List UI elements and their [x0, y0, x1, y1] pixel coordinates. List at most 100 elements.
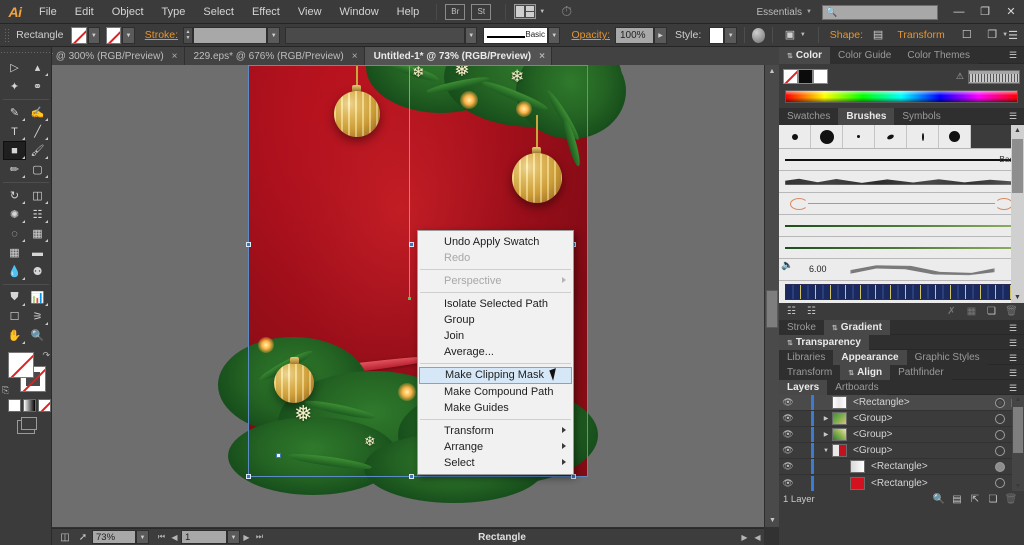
make-sublayer-icon[interactable]: ▤	[948, 494, 966, 505]
selection-handle-bottom-left[interactable]	[246, 474, 251, 479]
panel-collapse-icon[interactable]: ⇅	[832, 325, 838, 332]
control-bar-grip[interactable]	[4, 28, 11, 42]
search-input[interactable]: 🔍	[822, 4, 938, 20]
tab-transparency[interactable]: ⇅ Transparency	[779, 335, 869, 350]
visibility-eye-icon[interactable]: 👁	[779, 413, 797, 424]
visibility-eye-icon[interactable]: 👁	[779, 461, 797, 472]
table-row[interactable]: 👁 <Rectangle>	[779, 475, 1024, 491]
symbol-sprayer-tool[interactable]: ⛊	[3, 288, 26, 307]
table-row[interactable]: 👁 <Rectangle>	[779, 395, 1024, 411]
arrange-chevron-down-icon[interactable]: ▼	[539, 9, 545, 15]
status-menu-icon[interactable]: ▶	[738, 533, 751, 542]
context-menu-item-average[interactable]: Average...	[418, 344, 573, 360]
brushes-panel-menu-icon[interactable]: ☰	[1009, 111, 1021, 121]
menu-select[interactable]: Select	[194, 0, 243, 24]
line-segment-tool[interactable]: ╱	[26, 122, 49, 141]
tab-color-themes[interactable]: Color Themes	[899, 47, 978, 64]
layer-name[interactable]: <Rectangle>	[853, 397, 995, 408]
tab-artboards[interactable]: Artboards	[827, 380, 887, 395]
canvas-vertical-scrollbar[interactable]: ▲ ▼	[764, 65, 779, 527]
fill-chevron-down-icon[interactable]: ▼	[87, 26, 101, 44]
brush-item-4[interactable]	[875, 125, 907, 148]
target-indicator[interactable]	[995, 445, 1005, 456]
perspective-grid-tool[interactable]: ▦	[26, 224, 49, 243]
context-menu-item-transform[interactable]: Transform	[418, 423, 573, 439]
brush-item-6[interactable]	[939, 125, 971, 148]
zoom-tool[interactable]: 🔍	[26, 326, 49, 345]
context-menu-item-isolate-selected-path[interactable]: Isolate Selected Path	[418, 296, 573, 312]
pencil-tool[interactable]: ✏	[3, 160, 26, 179]
target-indicator[interactable]	[995, 413, 1005, 424]
disclosure-triangle-icon[interactable]: ▼	[820, 448, 832, 454]
shape-options-icon[interactable]: ▤	[871, 27, 885, 44]
tab-libraries[interactable]: Libraries	[779, 350, 834, 365]
context-menu[interactable]: Undo Apply Swatch Redo Perspective Isola…	[417, 230, 574, 475]
first-artboard-icon[interactable]: ⏮	[155, 532, 168, 542]
bridge-icon[interactable]: Br	[445, 3, 466, 20]
menu-effect[interactable]: Effect	[243, 0, 289, 24]
color-panel-fill-swatch[interactable]	[783, 69, 798, 84]
toolbox-fill-swatch[interactable]	[8, 352, 34, 378]
table-row[interactable]: 👁 ▶ <Group>	[779, 411, 1024, 427]
layer-name[interactable]: <Group>	[853, 413, 995, 424]
color-panel-black-swatch[interactable]	[798, 69, 813, 84]
tab-pathfinder[interactable]: Pathfinder	[890, 365, 952, 380]
color-panel-menu-icon[interactable]: ☰	[1009, 50, 1021, 60]
last-artboard-icon[interactable]: ⏭	[253, 532, 266, 542]
share-on-behance-icon[interactable]: ➚	[74, 532, 92, 543]
fill-swatch[interactable]	[71, 26, 87, 44]
lasso-tool[interactable]: ⚭	[26, 77, 49, 96]
artboard-tool[interactable]: ☐	[3, 307, 26, 326]
shape-builder-tool[interactable]: ◌	[3, 224, 26, 243]
selection-handle-center[interactable]	[409, 242, 414, 247]
menu-view[interactable]: View	[289, 0, 331, 24]
visibility-eye-icon[interactable]: 👁	[779, 397, 797, 408]
context-menu-item-make-guides[interactable]: Make Guides	[418, 400, 573, 416]
disclosure-triangle-icon[interactable]: ▶	[820, 415, 832, 422]
shape-label[interactable]: Shape:	[830, 29, 863, 41]
brush-item-2[interactable]	[811, 125, 843, 148]
context-menu-item-arrange[interactable]: Arrange	[418, 439, 573, 455]
color-spectrum-bar[interactable]	[785, 90, 1018, 103]
stroke-weight-stepper[interactable]: ▲ ▼	[183, 26, 193, 44]
menu-edit[interactable]: Edit	[66, 0, 103, 24]
tab-appearance[interactable]: Appearance	[833, 350, 907, 365]
visibility-eye-icon[interactable]: 👁	[779, 445, 797, 456]
appearance-panel-menu-icon[interactable]: ☰	[1009, 353, 1021, 363]
opacity-chevron-down-icon[interactable]: ▶	[654, 26, 667, 44]
align-panel-menu-icon[interactable]: ☰	[1009, 368, 1021, 378]
color-panel-white-swatch[interactable]	[813, 69, 828, 84]
tab-gradient[interactable]: ⇅ Gradient	[823, 320, 890, 335]
close-button[interactable]: ✕	[998, 2, 1024, 22]
layers-panel-menu-icon[interactable]: ☰	[1009, 383, 1021, 393]
none-fill-button[interactable]	[38, 399, 51, 412]
isolate-chevron-down-icon[interactable]: ▼	[800, 32, 806, 38]
arrange-documents-icon[interactable]	[514, 4, 537, 19]
sync-settings-icon[interactable]: ⏱	[561, 3, 572, 20]
swap-fill-stroke-icon[interactable]: ↷	[42, 350, 50, 361]
stroke-weight-field[interactable]	[192, 26, 268, 44]
hand-tool[interactable]: ✋	[3, 326, 26, 345]
tab-align[interactable]: ⇅ Align	[840, 365, 891, 380]
stock-icon[interactable]: St	[471, 3, 492, 20]
create-new-layer-icon[interactable]: ❏	[984, 494, 1002, 505]
options-of-selected-object-icon[interactable]: ▦	[963, 306, 980, 317]
eyedropper-tool[interactable]: 💧	[3, 262, 26, 281]
brush-item-green-1[interactable]	[779, 215, 1024, 237]
artboard-chevron-down-icon[interactable]: ▼	[227, 530, 240, 544]
libraries-panel-icon[interactable]: ☷	[803, 306, 820, 317]
previous-artboard-icon[interactable]: ◀	[168, 533, 181, 542]
tab-brushes[interactable]: Brushes	[838, 108, 895, 125]
menu-object[interactable]: Object	[103, 0, 153, 24]
brushes-list[interactable]: Basic 🔈 6.00 ▲ ▼	[779, 125, 1024, 303]
stroke-label[interactable]: Stroke:	[145, 29, 178, 41]
table-row[interactable]: 👁 <Rectangle>	[779, 459, 1024, 475]
restore-button[interactable]: ❐	[972, 2, 998, 22]
scroll-up-icon[interactable]: ▲	[1011, 125, 1024, 134]
menu-file[interactable]: File	[30, 0, 66, 24]
close-icon[interactable]: ×	[172, 51, 178, 62]
selection-handle-bottom-center[interactable]	[409, 474, 414, 479]
gradient-tool[interactable]: ▬	[26, 243, 49, 262]
close-icon[interactable]: ×	[539, 51, 545, 62]
layers-list[interactable]: 👁 <Rectangle> 👁 ▶ <Group> 👁 ▶ <Group> 👁 …	[779, 395, 1024, 491]
